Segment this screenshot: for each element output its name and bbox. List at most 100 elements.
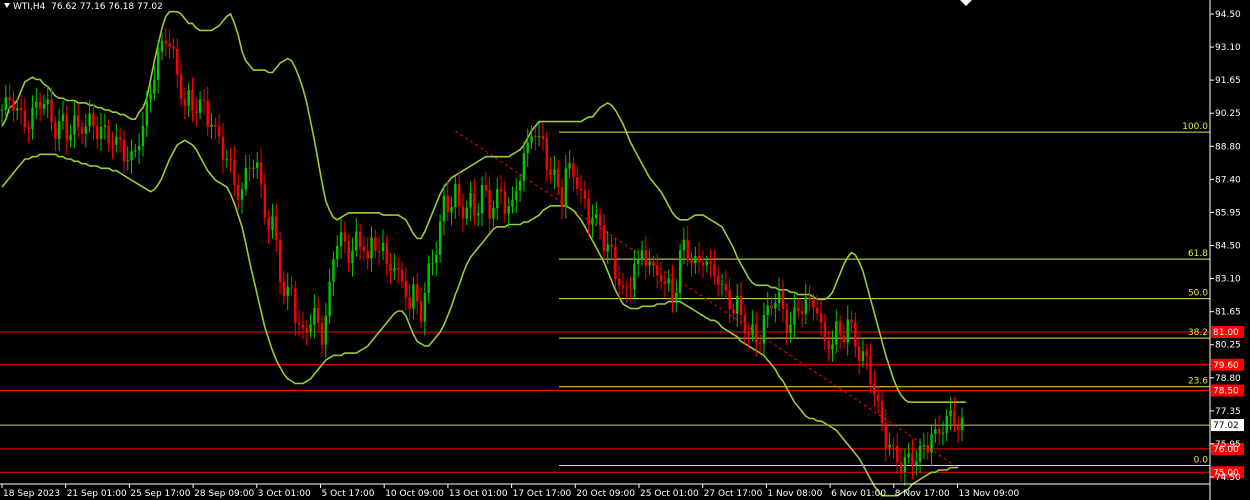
candle-body [614,246,617,279]
candle-body [892,444,895,447]
candle-body [172,46,175,49]
candle-body [583,190,587,199]
candle-body [73,115,76,135]
candle-body [99,126,103,140]
price-chart[interactable]: 81.0079.6078.5076.0075.00 100.061.850.03… [0,0,1250,500]
fib-label: 23.6 [1188,377,1208,387]
candle-body [515,190,518,200]
candle-body [107,125,110,145]
candle-body [225,158,228,160]
time-tick-label: 21 Sep 01:00 [67,489,127,499]
candle-body [92,113,95,126]
candle-body [256,162,259,168]
candle-body [80,126,84,134]
candle-body [396,267,400,270]
candles [0,27,964,486]
candle-body [915,461,918,466]
candle-body [896,446,899,463]
candle-body [442,195,446,222]
candle-body [313,308,316,325]
candle-body [236,184,240,200]
candle-body [816,307,819,314]
candle-body [648,262,651,266]
candle-body [743,315,747,334]
candle-body [84,126,88,134]
candle-body [31,107,34,129]
candle-body [556,169,560,188]
candle-body [808,297,811,300]
candle-body [54,122,57,139]
candle-body [945,416,948,433]
price-tick-label: 75.95 [1215,440,1241,450]
candle-body [412,284,415,309]
candle-body [865,351,868,357]
candle-body [65,114,68,141]
price-tick-label: 90.25 [1215,109,1241,119]
price-tick-label: 83.10 [1215,275,1241,285]
candle-body [869,356,872,385]
candle-body [0,109,4,111]
candle-body [873,384,876,395]
candle-body [229,158,232,161]
candle-body [903,457,907,472]
time-tick-label: 3 Oct 01:00 [258,489,311,499]
price-tick-label: 88.80 [1215,142,1241,152]
candle-body [50,99,53,123]
candle-body [907,453,910,458]
candle-body [408,297,411,309]
candle-body [922,445,926,447]
candle-body [728,290,731,309]
candle-body [671,278,674,301]
candle-body [633,263,636,290]
time-axis: 18 Sep 2023 21 Sep 01:00 25 Sep 17:00 28 Se… [0,483,1210,499]
candle-body [198,99,202,114]
candle-body [568,163,571,169]
candle-body [202,99,206,101]
candle-body [835,321,838,345]
candle-body [271,216,274,230]
candle-body [842,335,846,343]
candle-body [606,244,609,252]
candle-body [278,239,282,282]
time-tick-label: 27 Oct 17:00 [704,489,763,499]
time-tick-label: 6 Nov 01:00 [831,489,886,499]
candle-body [918,445,922,462]
candle-body [115,137,118,145]
candle-body [61,114,65,121]
candle-body [796,307,800,312]
candle-body [244,167,248,190]
candle-body [507,206,510,214]
candle-body [789,324,792,334]
candle-body [644,250,648,266]
candle-body [332,259,335,282]
candle-body [137,146,141,151]
candle-body [19,108,23,111]
candle-body [370,237,373,259]
candle-body [496,189,499,209]
candle-body [736,295,739,314]
candle-body [358,231,362,247]
candle-body [134,150,137,152]
candle-body [8,97,11,101]
candle-body [823,322,827,341]
candle-body [518,180,522,191]
candle-body [591,218,594,225]
bollinger-lower-band [1,139,959,497]
candle-body [953,410,956,425]
candle-body [130,151,133,161]
candle-body [663,281,667,284]
price-tick-label: 77.35 [1215,407,1241,417]
candle-body [770,305,773,309]
candle-body [461,206,465,219]
candle-body [96,125,99,140]
candle-body [347,241,350,263]
candle-body [694,256,697,264]
time-tick-label: 1 Nov 08:00 [767,489,822,499]
candle-body [42,104,46,109]
candle-body [328,281,331,316]
candle-body [282,281,286,296]
candle-body [720,283,724,285]
candle-body [530,136,533,143]
candle-body [164,40,168,44]
time-tick-label: 18 Sep 2023 [3,489,60,499]
